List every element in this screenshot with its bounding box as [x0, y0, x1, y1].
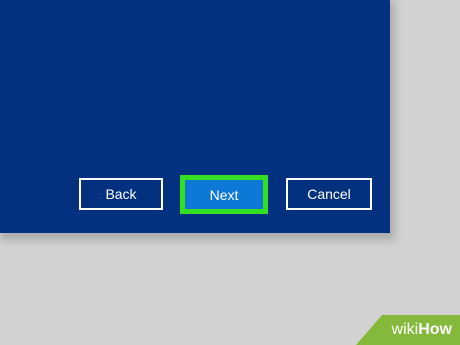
- watermark-wiki-text: wiki: [391, 321, 419, 338]
- cancel-button[interactable]: Cancel: [286, 178, 372, 210]
- next-button[interactable]: Next: [185, 180, 263, 209]
- wikihow-watermark: wiki How: [356, 315, 460, 345]
- watermark-how-text: How: [418, 321, 452, 338]
- installer-dialog: Back Next Cancel: [0, 0, 390, 233]
- back-button[interactable]: Back: [79, 178, 163, 210]
